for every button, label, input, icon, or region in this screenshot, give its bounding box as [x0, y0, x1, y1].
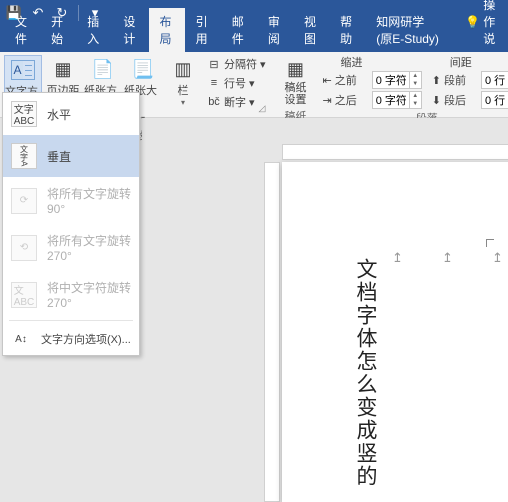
columns-icon: ▥ [171, 57, 195, 81]
tab-help[interactable]: 帮助 [329, 8, 365, 52]
indent-left-icon: ⇤ [323, 74, 332, 87]
tab-mail[interactable]: 邮件 [221, 8, 257, 52]
chevron-down-icon: ▾ [181, 98, 185, 107]
spin-down-icon[interactable]: ▼ [410, 100, 421, 108]
text-direction-icon: A [11, 58, 35, 82]
spacing-header: 间距 [432, 54, 508, 70]
horizontal-ruler[interactable] [282, 144, 508, 160]
tab-marker-icon: ↥ [392, 250, 403, 266]
menu-item-vertical[interactable]: 文字A 垂直 [3, 135, 139, 177]
space-before-label: 段前 [444, 72, 478, 88]
menu-item-options[interactable]: A↕ 文字方向选项(X)... [3, 323, 139, 355]
space-after-icon: ⬇ [432, 94, 441, 107]
line-numbers-button[interactable]: ≡行号▾ [204, 74, 269, 92]
breaks-icon: ⊟ [207, 57, 221, 71]
text-direction-options-icon: A↕ [11, 329, 31, 349]
orientation-icon: 📄 [91, 57, 115, 81]
space-after-input[interactable] [482, 94, 508, 106]
tab-file[interactable]: 文件 [4, 8, 40, 52]
manuscript-icon: ▦ [284, 57, 308, 81]
indent-left-input[interactable] [373, 74, 409, 86]
menu-item-horizontal[interactable]: 文字ABC 水平 [3, 93, 139, 135]
tab-home[interactable]: 开始 [40, 8, 76, 52]
tab-layout[interactable]: 布局 [149, 8, 185, 52]
tab-references[interactable]: 引用 [185, 8, 221, 52]
tab-marker-icon: ↥ [442, 250, 453, 266]
breaks-button[interactable]: ⊟分隔符▾ [204, 55, 269, 73]
columns-label: 栏 [178, 82, 189, 98]
text-direction-menu: 文字ABC 水平 文字A 垂直 ⟳ 将所有文字旋转 90° ⟲ 将所有文字旋转 … [2, 92, 140, 356]
indent-header: 缩进 [323, 54, 422, 70]
indent-left-spinner[interactable]: ▲▼ [372, 71, 422, 89]
tab-review[interactable]: 审阅 [257, 8, 293, 52]
tab-marker-icon: ↥ [492, 250, 503, 266]
space-after-label: 段后 [444, 92, 478, 108]
page-corner-mark [486, 239, 494, 247]
vertical-text-icon: 文字A [11, 143, 37, 169]
vertical-ruler[interactable] [264, 162, 280, 502]
manuscript-label: 稿纸 设置 [285, 82, 307, 106]
menu-item-label: 将中文字符旋转 270° [47, 279, 131, 310]
spin-up-icon[interactable]: ▲ [410, 72, 421, 80]
after-label: 之后 [335, 92, 369, 108]
menu-item-rotate-cjk-270: 文ABC 将中文字符旋转 270° [3, 271, 139, 318]
rotate-cjk-icon: 文ABC [11, 282, 37, 308]
tab-design[interactable]: 设计 [112, 8, 148, 52]
indent-right-icon: ⇥ [323, 94, 332, 107]
rotate-270-icon: ⟲ [11, 235, 37, 261]
menu-item-rotate-270: ⟲ 将所有文字旋转 270° [3, 224, 139, 271]
space-after-spinner[interactable]: ▲▼ [481, 91, 508, 109]
tab-estudy[interactable]: 知网研学 (原E-Study) [365, 8, 454, 52]
indent-right-spinner[interactable]: ▲▼ [372, 91, 422, 109]
hyphenation-icon: bč [207, 95, 221, 109]
page-setup-dialog-launcher[interactable]: ◿ [259, 103, 271, 115]
indent-right-input[interactable] [373, 94, 409, 106]
menu-item-label: 文字方向选项(X)... [41, 331, 131, 347]
menu-item-label: 垂直 [47, 148, 71, 165]
margins-icon: ▦ [51, 57, 75, 81]
lightbulb-icon: 💡 [465, 15, 480, 29]
tab-insert[interactable]: 插入 [76, 8, 112, 52]
columns-button[interactable]: ▥ 栏 ▾ [164, 55, 202, 127]
before-label: 之前 [335, 72, 369, 88]
horizontal-text-icon: 文字ABC [11, 101, 37, 127]
rotate-90-icon: ⟳ [11, 188, 37, 214]
page-size-icon: 📃 [131, 57, 155, 81]
document-page[interactable]: ↥ ↥ ↥ 文档字体怎么变成竖的 [282, 162, 508, 502]
tab-tell-me[interactable]: 💡操作说 [454, 0, 508, 52]
ribbon-tabs: 文件 开始 插入 设计 布局 引用 邮件 审阅 视图 帮助 知网研学 (原E-S… [0, 26, 508, 52]
document-canvas: ↥ ↥ ↥ 文档字体怎么变成竖的 [142, 118, 508, 500]
space-before-icon: ⬆ [432, 74, 441, 87]
space-before-spinner[interactable]: ▲▼ [481, 71, 508, 89]
menu-item-rotate-90: ⟳ 将所有文字旋转 90° [3, 177, 139, 224]
manuscript-settings-button[interactable]: ▦ 稿纸 设置 [277, 55, 315, 108]
spin-up-icon[interactable]: ▲ [410, 92, 421, 100]
group-manuscript: ▦ 稿纸 设置 稿纸 [273, 52, 319, 117]
menu-item-label: 将所有文字旋转 270° [47, 232, 131, 263]
menu-separator [9, 320, 133, 321]
spin-down-icon[interactable]: ▼ [410, 80, 421, 88]
group-paragraph: 缩进 ⇤ 之前 ▲▼ ⇥ 之后 ▲▼ 间距 ⬆ 段前 ▲▼ [319, 52, 508, 117]
menu-item-label: 水平 [47, 106, 71, 123]
menu-item-label: 将所有文字旋转 90° [47, 185, 131, 216]
space-before-input[interactable] [482, 74, 508, 86]
tab-view[interactable]: 视图 [293, 8, 329, 52]
document-body-text[interactable]: 文档字体怎么变成竖的 [350, 258, 380, 488]
line-numbers-icon: ≡ [207, 76, 221, 90]
